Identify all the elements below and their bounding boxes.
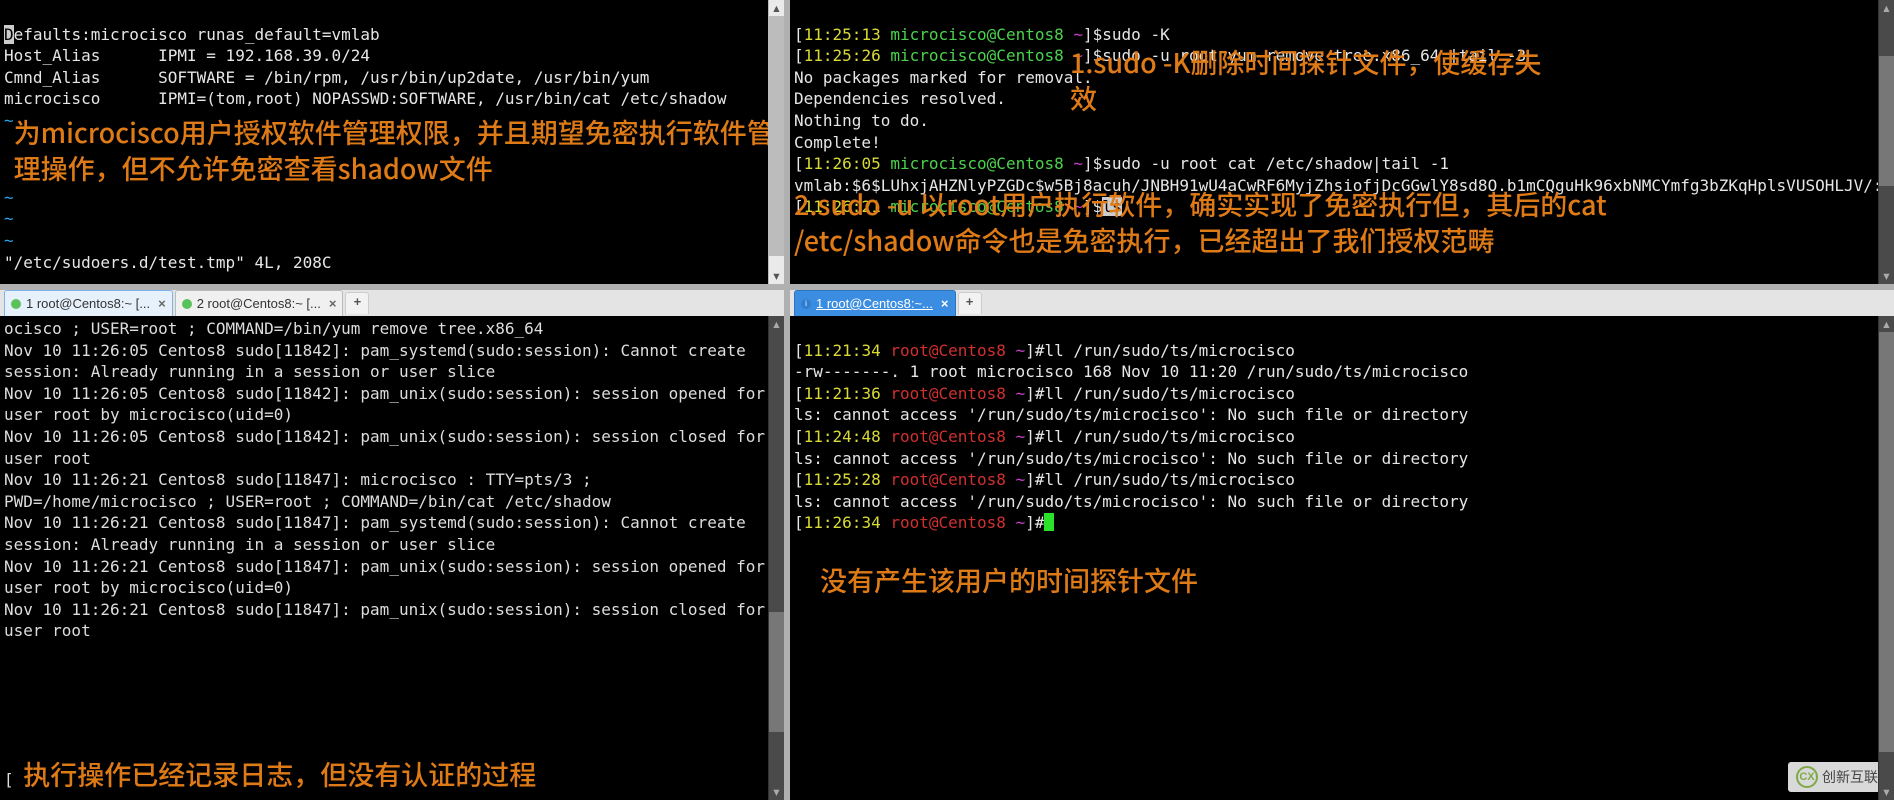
- tab-item[interactable]: 2 root@Centos8:~ [...×: [175, 290, 344, 316]
- scrollbar[interactable]: ▴ ▾: [1878, 0, 1894, 284]
- close-icon[interactable]: ×: [941, 295, 949, 313]
- annotation-sudo-k: 1.sudo -K删除时间探针文件，使缓存失效: [1070, 44, 1550, 117]
- annotation-log: 执行操作已经记录日志，但没有认证的过程: [23, 754, 536, 793]
- status-dot-icon: [182, 299, 192, 309]
- panel-ts: i1 root@Centos8:~...× + [11:21:34 root@C…: [790, 290, 1894, 800]
- watermark: CX 创新互联: [1788, 762, 1886, 792]
- scrollbar[interactable]: ▴ ▾: [1878, 316, 1894, 800]
- tab-item[interactable]: i1 root@Centos8:~...×: [794, 290, 956, 316]
- log-output: ocisco ; USER=root ; COMMAND=/bin/yum re…: [0, 316, 784, 644]
- panel-sudoers-config: Defaults:microcisco runas_default=vmlab …: [0, 0, 790, 290]
- watermark-logo-icon: CX: [1796, 766, 1818, 788]
- terminal-output: Defaults:microcisco runas_default=vmlab …: [0, 0, 784, 275]
- annotation-ts: 没有产生该用户的时间探针文件: [820, 562, 1894, 598]
- tab-bar: 1 root@Centos8:~ [...× 2 root@Centos8:~ …: [0, 290, 784, 316]
- scrollbar[interactable]: ▴ ▾: [768, 0, 784, 284]
- panel-sudo-exec: [11:25:13 microcisco@Centos8 ~]$sudo -K …: [790, 0, 1894, 290]
- status-dot-icon: [11, 299, 21, 309]
- cursor-icon: [1044, 513, 1054, 531]
- add-tab-button[interactable]: +: [958, 292, 982, 314]
- info-icon: i: [801, 299, 811, 309]
- close-icon[interactable]: ×: [158, 295, 166, 313]
- scrollbar[interactable]: ▴ ▾: [768, 316, 784, 800]
- panel-logs: 1 root@Centos8:~ [...× 2 root@Centos8:~ …: [0, 290, 790, 800]
- add-tab-button[interactable]: +: [345, 292, 369, 314]
- annotation-sudoers: 为microcisco用户授权软件管理权限，并且期望免密执行软件管理操作，但不允…: [14, 114, 790, 187]
- tab-item[interactable]: 1 root@Centos8:~ [...×: [4, 290, 173, 316]
- annotation-sudo-u: 2.sudo -u 以root用户执行软件，确实实现了免密执行但，其后的cat …: [794, 186, 1614, 259]
- close-icon[interactable]: ×: [329, 295, 337, 313]
- vim-status-line: "/etc/sudoers.d/test.tmp" 4L, 208C: [4, 253, 332, 272]
